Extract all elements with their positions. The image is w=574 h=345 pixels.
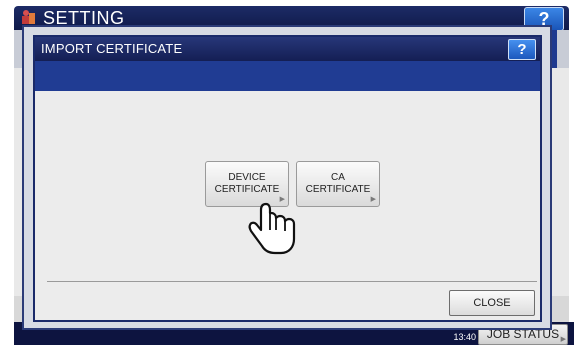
triangle-right-icon: ▶	[560, 336, 566, 343]
ca-certificate-label: CA CERTIFICATE	[305, 172, 371, 195]
dialog-header-band	[35, 61, 540, 91]
import-certificate-dialog: IMPORT CERTIFICATE ? DEVICE CERTIFICATE …	[22, 25, 552, 330]
device-certificate-label: DEVICE CERTIFICATE	[214, 172, 280, 195]
dialog-frame: IMPORT CERTIFICATE ? DEVICE CERTIFICATE …	[33, 35, 542, 322]
setting-icon	[22, 10, 35, 24]
dialog-help-button[interactable]: ?	[508, 39, 536, 60]
triangle-right-icon: ▶	[370, 196, 376, 203]
ca-certificate-button[interactable]: CA CERTIFICATE ▶	[296, 161, 380, 207]
close-button[interactable]: CLOSE	[449, 290, 535, 316]
clock-time: 13:40	[453, 332, 476, 342]
dialog-divider	[47, 281, 537, 282]
dialog-titlebar: IMPORT CERTIFICATE ?	[35, 37, 540, 61]
dialog-title: IMPORT CERTIFICATE	[41, 41, 183, 56]
hand-pointer-icon	[248, 202, 296, 255]
setting-screen: SETTING ? 2011/00/10 13:40 JOB STATUS ▶ …	[0, 0, 574, 345]
